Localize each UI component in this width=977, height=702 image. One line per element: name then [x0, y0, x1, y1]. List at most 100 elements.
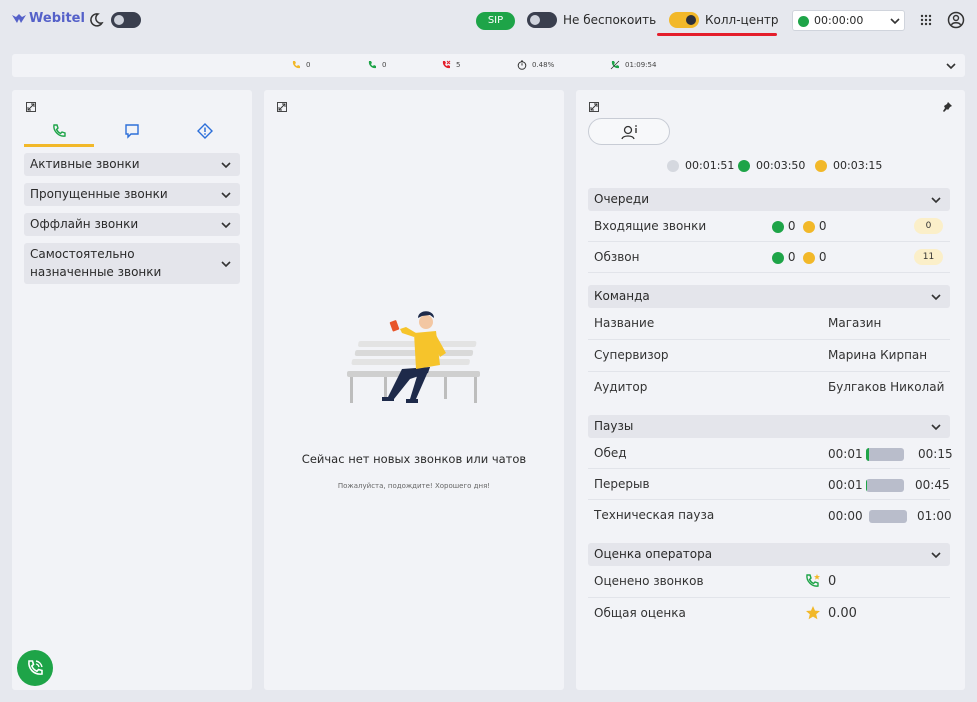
team-value: Магазин [828, 316, 882, 330]
pause-used: 00:00 [828, 509, 863, 523]
chevron-down-icon [890, 18, 900, 25]
team-label: Аудитор [594, 380, 648, 394]
missed-call-icon [442, 60, 451, 69]
rating-row-overall: Общая оценка [588, 598, 950, 630]
team-value: Булгаков Николай [828, 380, 945, 394]
chevron-down-icon [931, 552, 941, 559]
stat-missed: 5 [441, 60, 460, 70]
empty-state-subtitle: Пожалуйста, подождите! Хорошего дня! [337, 482, 491, 490]
status-dot [798, 16, 809, 27]
chevron-down-icon [221, 162, 231, 169]
phone-icon [53, 124, 66, 137]
rating-row-calls: Оценено звонков [588, 566, 950, 598]
tab-alerts[interactable] [170, 115, 240, 147]
stat-talk-time-value: 01:09:54 [625, 61, 657, 69]
highlight-underline [657, 33, 777, 36]
pause-progress-fill [866, 479, 867, 492]
group-missed-calls[interactable]: Пропущенные звонки [24, 183, 240, 206]
rating-value: 0 [828, 574, 837, 589]
rating-label: Оценено звонков [594, 574, 704, 588]
chevron-down-icon [221, 222, 231, 229]
section-pauses-header[interactable]: Паузы [588, 415, 950, 438]
chevron-down-icon [221, 261, 231, 268]
timer-dot-green [738, 159, 750, 172]
user-account-icon[interactable] [947, 11, 965, 29]
pause-used: 00:01 [828, 447, 863, 461]
team-label: Название [594, 316, 655, 330]
section-title: Очереди [594, 192, 650, 206]
section-team-header[interactable]: Команда [588, 285, 950, 308]
group-self-assigned-calls[interactable]: Самостоятельно назначенные звонки [24, 243, 240, 284]
pause-limit: 00:45 [915, 478, 950, 492]
sip-status-badge[interactable]: SIP [476, 12, 515, 30]
webitel-logo-icon [12, 13, 26, 23]
queue-label: Обзвон [594, 250, 640, 264]
incoming-call-icon [292, 61, 300, 69]
stat-incoming-value: 0 [306, 61, 311, 69]
group-label: Активные звонки [30, 157, 140, 171]
pause-label: Техническая пауза [594, 508, 715, 522]
team-value: Марина Кирпан [828, 348, 928, 362]
logo-text: Webitel [29, 11, 85, 26]
section-queues-header[interactable]: Очереди [588, 188, 950, 211]
queue-label: Входящие звонки [594, 219, 707, 233]
webitel-logo[interactable]: Webitel [11, 11, 85, 26]
team-row-name: Название [588, 308, 950, 340]
pause-limit: 01:00 [917, 509, 952, 523]
expand-icon[interactable] [26, 102, 36, 112]
section-title: Команда [594, 289, 650, 303]
queue-row-incoming: Входящие звонки [588, 211, 950, 242]
timer-value: 00:01:51 [685, 159, 735, 172]
call-center-toggle[interactable] [669, 12, 699, 28]
group-label: Самостоятельно назначенные звонки [30, 247, 162, 279]
dnd-toggle[interactable] [527, 12, 557, 28]
queue-row-outbound: Обзвон [588, 242, 950, 273]
empty-state-illustration [347, 311, 480, 403]
night-mode-icon [90, 13, 104, 27]
queue-green-count: 0 [772, 250, 795, 264]
agent-info-icon [621, 125, 637, 140]
queue-yellow-count: 0 [803, 250, 826, 264]
empty-state-title: Сейчас нет новых звонков или чатов [301, 452, 527, 466]
pause-label: Перерыв [594, 477, 650, 491]
tab-chats[interactable] [97, 115, 167, 147]
timer-icon [517, 60, 527, 70]
agent-status-select[interactable]: 00:00:00 [792, 10, 905, 31]
team-label: Супервизор [594, 348, 669, 362]
agent-profile-button[interactable] [588, 118, 670, 145]
timer-value: 00:03:50 [756, 159, 806, 172]
chevron-down-icon[interactable] [945, 60, 957, 72]
section-rating-header[interactable]: Оценка оператора [588, 543, 950, 566]
chevron-down-icon [931, 197, 941, 204]
timer-value: 00:03:15 [833, 159, 883, 172]
stat-timer-value: 0.48% [532, 61, 555, 69]
rated-calls-icon [806, 574, 820, 587]
star-icon [806, 606, 820, 620]
expand-icon[interactable] [589, 102, 599, 112]
stat-missed-value: 5 [456, 61, 461, 69]
rating-value: 0.00 [828, 606, 857, 621]
apps-grid-icon[interactable] [920, 14, 932, 26]
pause-label: Обед [594, 446, 627, 460]
phone-call-icon [28, 660, 43, 675]
timer-pause: 00:03:15 [815, 159, 882, 172]
pause-progress-bar [869, 510, 907, 523]
group-active-calls[interactable]: Активные звонки [24, 153, 240, 176]
queue-green-count: 0 [772, 219, 795, 233]
stat-timer: 0.48% [517, 60, 554, 70]
pause-progress-bar [866, 479, 904, 492]
expand-icon[interactable] [277, 102, 287, 112]
stat-answered-value: 0 [382, 61, 387, 69]
stats-bar: 0 0 5 0.48% 01:09:54 [12, 54, 965, 77]
group-offline-calls[interactable]: Оффлайн звонки [24, 213, 240, 236]
tab-calls[interactable] [24, 115, 94, 147]
chevron-down-icon [931, 424, 941, 431]
top-header: Webitel SIP Не беспокоить Колл-центр 00:… [0, 0, 977, 42]
chevron-down-icon [221, 192, 231, 199]
night-mode-toggle[interactable] [111, 12, 141, 28]
pause-progress-fill [866, 448, 869, 461]
call-fab-button[interactable] [17, 650, 53, 686]
pin-icon[interactable] [941, 101, 953, 113]
left-panel [12, 90, 252, 690]
left-tabs [24, 115, 240, 147]
